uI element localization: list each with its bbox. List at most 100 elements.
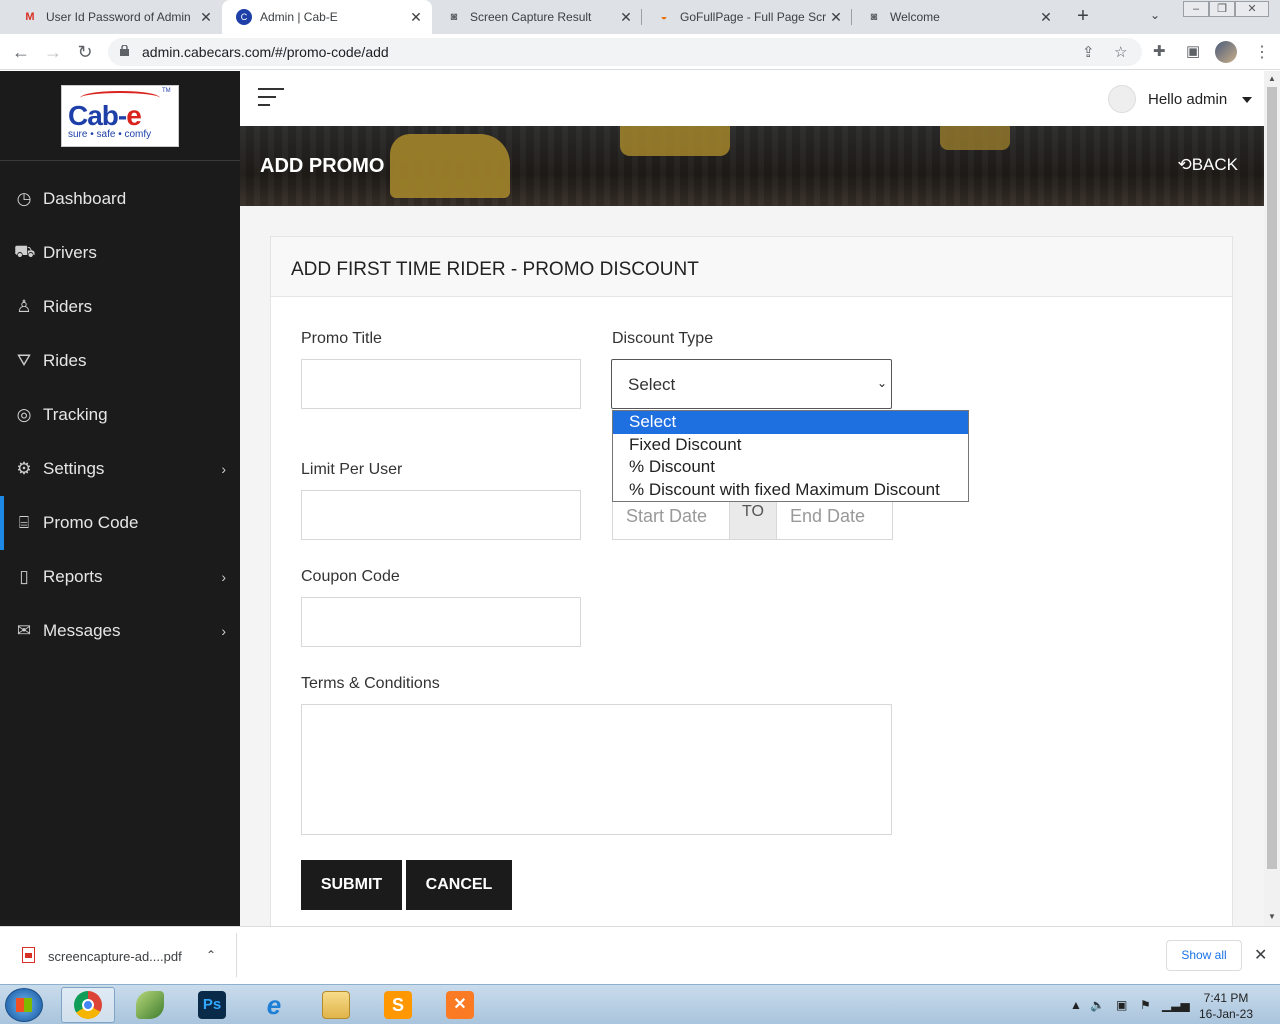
new-tab-button[interactable]: +	[1072, 5, 1094, 27]
camera-icon: ◙	[870, 11, 878, 23]
sidebar-item-drivers[interactable]: ⛟ Drivers	[0, 226, 240, 280]
tab-label: GoFullPage - Full Page Scre	[680, 10, 826, 24]
tab-admin-cabe[interactable]: C Admin | Cab-E ✕	[222, 0, 432, 34]
dropdown-option-percent-discount[interactable]: % Discount	[613, 456, 968, 479]
tab-screen-capture[interactable]: ◙ Screen Capture Result ✕	[432, 0, 642, 34]
dropdown-option-select[interactable]: Select	[613, 411, 968, 434]
star-icon[interactable]: ☆	[1114, 43, 1127, 61]
reload-icon[interactable]: ↻	[74, 41, 96, 63]
taskbar-xampp[interactable]: ✕	[433, 987, 487, 1023]
download-file-name[interactable]: screencapture-ad....pdf	[48, 949, 182, 964]
system-clock[interactable]: 7:41 PM 16-Jan-23	[1198, 990, 1254, 1022]
restore-button[interactable]: ❐	[1209, 1, 1235, 17]
dropdown-option-fixed-discount[interactable]: Fixed Discount	[613, 434, 968, 457]
sidebar-item-label: Settings	[43, 459, 105, 478]
url-text: admin.cabecars.com/#/promo-code/add	[142, 44, 389, 60]
hamburger-menu-icon[interactable]	[258, 88, 284, 112]
end-date-input[interactable]: End Date	[790, 506, 865, 527]
target-icon: ◎	[16, 405, 32, 424]
close-icon[interactable]: ✕	[406, 9, 426, 26]
address-bar[interactable]: admin.cabecars.com/#/promo-code/add ⇪ ☆	[108, 38, 1142, 66]
sidebar-item-dashboard[interactable]: ◷ Dashboard	[0, 172, 240, 226]
coupon-code-input[interactable]	[301, 597, 581, 647]
action-center-flag-icon[interactable]: ⚑	[1140, 998, 1151, 1012]
show-all-button[interactable]: Show all	[1166, 940, 1242, 971]
minimize-button[interactable]: –	[1183, 1, 1209, 17]
start-date-input[interactable]: Start Date	[626, 506, 707, 527]
logo-wordmark-left: Cab-	[68, 100, 127, 131]
sidebar-item-tracking[interactable]: ◎ Tracking	[0, 388, 240, 442]
terms-textarea[interactable]	[301, 704, 892, 835]
card-header: ADD FIRST TIME RIDER - PROMO DISCOUNT	[271, 237, 1232, 297]
top-header: Hello admin	[240, 71, 1264, 126]
start-button[interactable]	[5, 988, 43, 1022]
admin-avatar[interactable]	[1108, 85, 1136, 113]
close-icon[interactable]: ✕	[196, 9, 216, 26]
extensions-puzzle-icon[interactable]: ✚	[1153, 42, 1166, 60]
network-flag-icon[interactable]: ▣	[1116, 998, 1127, 1012]
web-page: Cab-e sure • safe • comfy TM ◷ Dashboard…	[0, 71, 1264, 926]
taskbar-file-explorer[interactable]	[309, 987, 363, 1023]
volume-icon[interactable]: 🔈	[1090, 998, 1105, 1012]
car-icon: ⛟	[14, 242, 36, 261]
limit-per-user-input[interactable]	[301, 490, 581, 540]
scroll-down-arrow-icon[interactable]: ▼	[1268, 912, 1276, 921]
chevron-right-icon: ›	[221, 569, 226, 585]
forward-arrow-icon[interactable]: →	[42, 41, 64, 63]
gmail-icon: M	[25, 11, 35, 23]
sidebar-item-promo-code[interactable]: ⌸ Promo Code	[0, 496, 240, 550]
tab-gmail[interactable]: M User Id Password of Admin ✕	[8, 0, 222, 34]
taskbar-internet-explorer[interactable]: e	[247, 987, 301, 1023]
promo-title-label: Promo Title	[301, 330, 382, 347]
cancel-button[interactable]: CANCEL	[406, 860, 512, 910]
close-icon[interactable]: ✕	[616, 9, 636, 26]
shelf-divider	[236, 933, 237, 977]
close-icon[interactable]: ✕	[826, 9, 846, 26]
discount-type-value: Select	[628, 375, 676, 394]
profile-avatar[interactable]	[1215, 41, 1237, 63]
submit-button[interactable]: SUBMIT	[301, 860, 402, 910]
banner-shade	[240, 126, 1264, 206]
sidebar-item-reports[interactable]: ▯ Reports ›	[0, 550, 240, 604]
scrollbar-thumb[interactable]	[1267, 87, 1277, 869]
taskbar-sublime[interactable]: S	[371, 987, 425, 1023]
back-button[interactable]: ⟲BACK	[1177, 155, 1238, 175]
sidebar-item-label: Drivers	[43, 243, 97, 262]
window-close-button[interactable]: ✕	[1235, 1, 1269, 17]
back-arrow-icon[interactable]: ←	[10, 41, 32, 63]
clock-icon: ◷	[16, 189, 32, 208]
chevron-up-icon[interactable]: ⌃	[206, 948, 216, 962]
discount-type-select[interactable]: Select ⌄	[611, 359, 892, 409]
scroll-up-arrow-icon[interactable]: ▲	[1268, 74, 1276, 83]
cabe-logo[interactable]: Cab-e sure • safe • comfy TM	[61, 85, 179, 147]
page-banner: ADD PROMO ⟲BACK	[240, 126, 1264, 206]
sidebar-item-riders[interactable]: ♙ Riders	[0, 280, 240, 334]
lock-icon	[120, 45, 129, 56]
limit-per-user-label: Limit Per User	[301, 461, 403, 478]
side-panel-icon[interactable]: ▣	[1186, 42, 1200, 60]
more-menu-icon[interactable]: ⋮	[1254, 42, 1270, 62]
signal-bars-icon[interactable]: ▁▃▅	[1162, 998, 1190, 1012]
share-icon[interactable]: ⇪	[1082, 43, 1095, 61]
taskbar-inkscape[interactable]	[123, 987, 177, 1023]
close-icon[interactable]: ✕	[1254, 945, 1267, 965]
tab-label: Screen Capture Result	[470, 10, 592, 24]
pdf-file-icon	[22, 947, 35, 963]
show-hidden-icons-icon[interactable]: ▲	[1070, 998, 1082, 1012]
sidebar-item-settings[interactable]: ⚙ Settings ›	[0, 442, 240, 496]
tab-gofullpage[interactable]: ◒ GoFullPage - Full Page Scre ✕	[642, 0, 852, 34]
taskbar-photoshop[interactable]: Ps	[185, 987, 239, 1023]
road-icon: ⛛	[16, 351, 32, 370]
caret-down-icon[interactable]	[1242, 97, 1252, 103]
sidebar-item-rides[interactable]: ⛛ Rides	[0, 334, 240, 388]
sidebar-item-messages[interactable]: ✉ Messages ›	[0, 604, 240, 658]
dropdown-option-percent-discount-max[interactable]: % Discount with fixed Maximum Discount	[613, 479, 968, 502]
tab-search-chevron-icon[interactable]: ⌄	[1150, 8, 1160, 22]
tab-welcome[interactable]: ◙ Welcome ✕	[852, 0, 1062, 34]
taskbar-chrome[interactable]	[61, 987, 115, 1023]
promo-title-input[interactable]	[301, 359, 581, 409]
user-greeting[interactable]: Hello admin	[1148, 91, 1227, 108]
close-icon[interactable]: ✕	[1036, 9, 1056, 26]
form-title: ADD FIRST TIME RIDER - PROMO DISCOUNT	[291, 259, 699, 280]
page-scrollbar[interactable]: ▲ ▼	[1264, 71, 1280, 926]
